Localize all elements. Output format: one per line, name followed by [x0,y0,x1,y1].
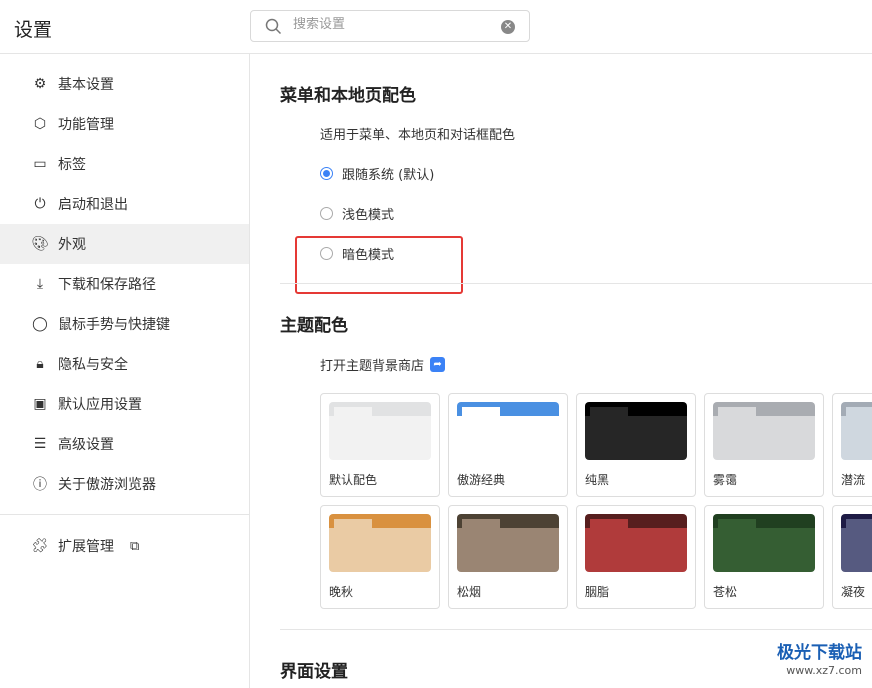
theme-card[interactable]: 苍松 [704,505,824,609]
section-title-menu-color: 菜单和本地页配色 [280,86,416,106]
theme-name: 纯黑 [585,473,610,487]
sidebar-item[interactable]: ⚙ 基本设置 [0,64,249,104]
radio-dot [320,167,333,180]
sidebar-item[interactable]: ▣ 默认应用设置 [0,384,249,424]
theme-card[interactable]: 傲游经典 [448,393,568,497]
sidebar-item-label: 扩展管理 [58,539,114,555]
theme-swatch [585,514,687,572]
sidebar-item-label: 关于傲游浏览器 [58,477,156,493]
sidebar-divider [0,514,249,515]
download-folder-icon: ⤓ [36,276,44,292]
sidebar-item-label: 高级设置 [58,437,114,453]
sidebar-item[interactable]: ⏻ 启动和退出 [0,184,249,224]
theme-swatch [329,402,431,460]
radio-light-mode[interactable]: 浅色模式 [320,204,394,223]
section-divider [280,629,872,630]
sidebar-item-label: 功能管理 [58,117,114,133]
section-title-theme: 主题配色 [280,316,348,336]
theme-swatch [713,514,815,572]
sidebar-item[interactable]: ▭ 标签 [0,144,249,184]
default-app-icon: ▣ [33,396,47,412]
header: 设置 ✕ [0,0,872,54]
sidebar-item-label: 下载和保存路径 [58,277,156,293]
sidebar-item-label: 外观 [58,237,86,253]
sidebar-item-label: 鼠标手势与快捷键 [58,317,170,333]
theme-name: 晚秋 [329,585,354,599]
theme-swatch [585,402,687,460]
theme-card[interactable]: 胭脂 [576,505,696,609]
sidebar-item-label: 基本设置 [58,77,114,93]
power-icon: ⏻ [34,196,46,212]
theme-swatch [329,514,431,572]
sidebar-item[interactable]: ☰ 高级设置 [0,424,249,464]
radio-dot [320,207,333,220]
theme-name: 松烟 [457,585,482,599]
sidebar-item-label: 标签 [58,157,86,173]
theme-card[interactable]: 默认配色 [320,393,440,497]
theme-swatch [457,514,559,572]
theme-store-link[interactable]: 打开主题背景商店 ➦ [320,355,446,374]
puzzle-icon: 🧩︎ [31,538,49,554]
lock-icon: 🔒︎ [36,356,44,372]
theme-name: 苍松 [713,585,738,599]
sidebar-item[interactable]: ⤓ 下载和保存路径 [0,264,249,304]
theme-card[interactable]: 潜流 [832,393,872,497]
theme-name: 潜流 [841,473,866,487]
share-arrow-icon: ➦ [430,357,446,372]
mouse-icon: ◯ [32,316,48,332]
sidebar-item[interactable]: ⬡ 功能管理 [0,104,249,144]
menu-color-desc: 适用于菜单、本地页和对话框配色 [320,128,516,143]
sidebar-item-label: 启动和退出 [58,197,128,213]
theme-name: 默认配色 [329,473,378,487]
link-label: 打开主题背景商店 [320,359,425,374]
external-link-icon: ⧉ [130,538,140,554]
theme-name: 胭脂 [585,585,610,599]
theme-swatch [713,402,815,460]
sidebar-item[interactable]: ◯ 鼠标手势与快捷键 [0,304,249,344]
theme-swatch [841,402,872,460]
search-input[interactable] [293,17,493,32]
section-divider [280,283,872,284]
app-title: 设置 [14,19,53,41]
theme-name: 凝夜 [841,585,866,599]
theme-card[interactable]: 雾霭 [704,393,824,497]
main-content: 菜单和本地页配色 适用于菜单、本地页和对话框配色 跟随系统 (默认) 浅色模式 … [250,54,872,688]
theme-swatch [841,514,872,572]
watermark-logo: 极光下载站 www.xz7.com [777,643,862,677]
sidebar: 🧩︎ 扩展管理 ⧉ ⚙ 基本设置 ⬡ 功能管理 ▭ 标签 ⏻ 启动和退出 🎨︎ 外观 ⤓ 下载和保存路… [0,54,250,688]
sidebar-item-extensions[interactable]: 🧩︎ 扩展管理 ⧉ [0,526,249,566]
search-box[interactable]: ✕ [250,10,530,42]
gear-icon: ⚙ [33,76,47,92]
radio-label: 浅色模式 [342,208,395,223]
tab-icon: ▭ [33,156,47,172]
sidebar-item-label: 隐私与安全 [58,357,128,373]
theme-swatch [457,402,559,460]
cube-icon: ⬡ [33,116,47,132]
theme-card[interactable]: 纯黑 [576,393,696,497]
sidebar-item-label: 默认应用设置 [58,397,142,413]
palette-icon: 🎨︎ [31,236,49,252]
info-icon: ⓘ [33,477,47,493]
sidebar-item[interactable]: 🔒︎ 隐私与安全 [0,344,249,384]
section-title-interface: 界面设置 [280,662,348,682]
clear-icon[interactable]: ✕ [501,20,515,34]
theme-card[interactable]: 晚秋 [320,505,440,609]
sliders-icon: ☰ [33,436,47,452]
sidebar-item[interactable]: 🎨︎ 外观 [0,224,249,264]
theme-card[interactable]: 松烟 [448,505,568,609]
theme-card[interactable]: 凝夜 [832,505,872,609]
theme-name: 傲游经典 [457,473,506,487]
sidebar-item[interactable]: ⓘ 关于傲游浏览器 [0,464,249,504]
radio-label: 跟随系统 (默认) [342,168,435,183]
highlight-box [295,236,463,294]
theme-name: 雾霭 [713,473,738,487]
search-icon [265,18,282,35]
radio-follow-system[interactable]: 跟随系统 (默认) [320,164,434,183]
